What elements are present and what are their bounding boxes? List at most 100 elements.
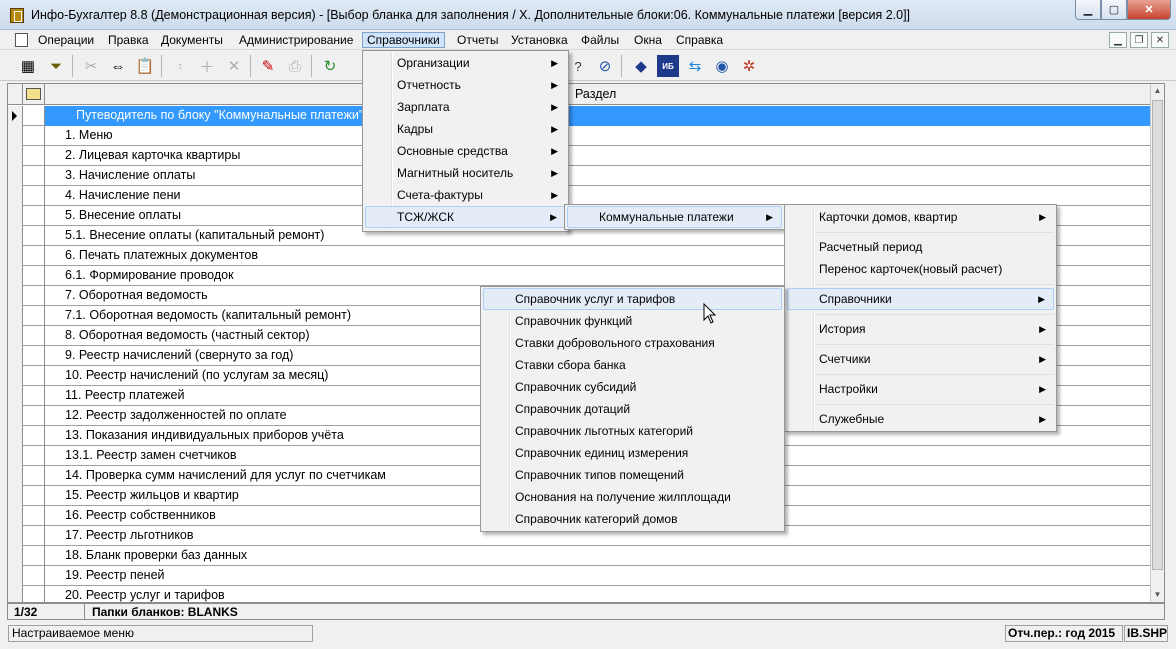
menu-administration[interactable]: Администрирование bbox=[235, 32, 357, 48]
add-icon[interactable]: ＋ bbox=[196, 55, 218, 77]
menu-files[interactable]: Файлы bbox=[577, 32, 623, 48]
mdi-minimize-button[interactable]: ▁ bbox=[1109, 32, 1127, 48]
row-folder-cell bbox=[23, 586, 45, 602]
document-icon[interactable] bbox=[15, 33, 28, 47]
references-submenu-item[interactable]: Ставки добровольного страхования bbox=[483, 332, 782, 354]
menu-operations[interactable]: Операции bbox=[34, 32, 98, 48]
grid-icon[interactable]: ▦ bbox=[17, 55, 39, 77]
references-submenu-item[interactable]: Ставки сбора банка bbox=[483, 354, 782, 376]
references-submenu-item[interactable]: Справочник функций bbox=[483, 310, 782, 332]
utility-submenu-item[interactable]: Карточки домов, квартир ▶ bbox=[787, 206, 1054, 228]
filter-icon[interactable]: ⏷ bbox=[45, 55, 67, 77]
maximize-button[interactable]: ▢ bbox=[1101, 0, 1127, 20]
app-icon[interactable] bbox=[10, 8, 24, 23]
mdi-close-button[interactable]: ✕ bbox=[1151, 32, 1169, 48]
directories-menu-item[interactable]: Основные средства ▶ bbox=[365, 140, 566, 162]
paste-icon[interactable]: 📋 bbox=[134, 55, 156, 77]
directories-menu-item[interactable]: Зарплата ▶ bbox=[365, 96, 566, 118]
table-row[interactable]: 4. Начисление пени bbox=[8, 186, 1152, 206]
ib10-icon[interactable]: ИБ bbox=[657, 55, 679, 77]
window-controls: ▁ ▢ ✕ bbox=[1075, 0, 1171, 20]
references-submenu-item[interactable]: Справочник субсидий bbox=[483, 376, 782, 398]
menu-item-label: Справочник типов помещений bbox=[515, 468, 684, 482]
utility-submenu-item[interactable]: Служебные ▶ bbox=[787, 408, 1054, 430]
directories-menu-item[interactable]: Отчетность ▶ bbox=[365, 74, 566, 96]
refresh-icon[interactable]: ↻ bbox=[319, 55, 341, 77]
submenu-arrow-icon: ▶ bbox=[766, 212, 773, 222]
column-header-section[interactable]: Раздел bbox=[575, 87, 616, 101]
directories-menu-item[interactable]: Организации ▶ bbox=[365, 52, 566, 74]
menu-documents[interactable]: Документы bbox=[157, 32, 227, 48]
row-indicator-cell bbox=[8, 446, 23, 466]
menu-separator bbox=[815, 404, 1054, 405]
move-icon[interactable]: ⇔ bbox=[107, 55, 129, 77]
table-row[interactable]: 1. Меню bbox=[8, 126, 1152, 146]
compass-icon[interactable]: ⊘ bbox=[594, 55, 616, 77]
menu-setup[interactable]: Установка bbox=[507, 32, 572, 48]
menu-reports[interactable]: Отчеты bbox=[453, 32, 502, 48]
folder-up-icon[interactable] bbox=[26, 88, 41, 100]
print-icon[interactable]: ⎙ bbox=[284, 55, 306, 77]
references-submenu-item[interactable]: Основания на получение жилплощади bbox=[483, 486, 782, 508]
app-shortcut-icon[interactable]: ◆ bbox=[630, 55, 652, 77]
menu-item-label: ТСЖ/ЖСК bbox=[397, 210, 455, 224]
references-submenu-item[interactable]: Справочник категорий домов bbox=[483, 508, 782, 530]
teamviewer-icon[interactable]: ⇆ bbox=[684, 55, 706, 77]
menu-help[interactable]: Справка bbox=[672, 32, 727, 48]
table-row[interactable]: Путеводитель по блоку "Коммунальные плат… bbox=[8, 106, 1152, 126]
scroll-up-icon[interactable]: ▲ bbox=[1151, 84, 1164, 98]
references-submenu-item[interactable]: Справочник единиц измерения bbox=[483, 442, 782, 464]
menu-item-label: Справочник субсидий bbox=[515, 380, 637, 394]
row-folder-cell bbox=[23, 206, 45, 226]
network-icon[interactable]: ✲ bbox=[738, 55, 760, 77]
delete-icon[interactable]: ✕ bbox=[223, 55, 245, 77]
utility-submenu-item[interactable]: Перенос карточек(новый расчет) bbox=[787, 258, 1054, 280]
help-icon[interactable]: ? bbox=[567, 55, 589, 77]
row-indicator-cell bbox=[8, 426, 23, 446]
row-indicator-cell bbox=[8, 146, 23, 166]
close-button[interactable]: ✕ bbox=[1127, 0, 1171, 20]
row-indicator-cell bbox=[8, 406, 23, 426]
scroll-down-icon[interactable]: ▼ bbox=[1151, 588, 1164, 602]
scroll-thumb[interactable] bbox=[1152, 100, 1163, 570]
directories-menu-item[interactable]: Кадры ▶ bbox=[365, 118, 566, 140]
menu-edit[interactable]: Правка bbox=[104, 32, 153, 48]
web-icon[interactable]: ◉ bbox=[711, 55, 733, 77]
directories-menu-item[interactable]: Магнитный носитель ▶ bbox=[365, 162, 566, 184]
menu-item-label: Магнитный носитель bbox=[397, 166, 514, 180]
cut-icon[interactable]: ✂ bbox=[80, 55, 102, 77]
row-label: 19. Реестр пеней bbox=[65, 568, 165, 582]
utility-submenu-item[interactable]: Справочники ▶ bbox=[787, 288, 1054, 310]
table-row[interactable]: 20. Реестр услуг и тарифов bbox=[8, 586, 1152, 602]
menu-item-label: Расчетный период bbox=[819, 240, 923, 254]
minimize-button[interactable]: ▁ bbox=[1075, 0, 1101, 20]
menu-directories[interactable]: Справочники bbox=[362, 32, 445, 48]
directories-menu-item[interactable]: Счета-фактуры ▶ bbox=[365, 184, 566, 206]
info-separator bbox=[84, 604, 85, 619]
table-row[interactable]: 3. Начисление оплаты bbox=[8, 166, 1152, 186]
references-submenu-item[interactable]: Справочник дотаций bbox=[483, 398, 782, 420]
menu-windows[interactable]: Окна bbox=[630, 32, 666, 48]
sort-icon[interactable]: ↕ bbox=[169, 55, 191, 77]
directories-menu-item[interactable]: ТСЖ/ЖСК ▶ bbox=[365, 206, 566, 228]
hoa-submenu-item[interactable]: Коммунальные платежи ▶ bbox=[567, 206, 782, 228]
utility-submenu-item[interactable]: Настройки ▶ bbox=[787, 378, 1054, 400]
references-submenu-item[interactable]: Справочник льготных категорий bbox=[483, 420, 782, 442]
status-period: Отч.пер.: год 2015 bbox=[1005, 625, 1123, 642]
utility-submenu-item[interactable]: Расчетный период bbox=[787, 236, 1054, 258]
submenu-arrow-icon: ▶ bbox=[551, 102, 558, 112]
utility-submenu-item[interactable]: Счетчики ▶ bbox=[787, 348, 1054, 370]
references-submenu-item[interactable]: Справочник типов помещений bbox=[483, 464, 782, 486]
mdi-restore-button[interactable]: ❐ bbox=[1130, 32, 1148, 48]
row-folder-cell bbox=[23, 366, 45, 386]
references-submenu-item[interactable]: Справочник услуг и тарифов bbox=[483, 288, 782, 310]
row-folder-cell bbox=[23, 566, 45, 586]
toolbar-separator bbox=[161, 55, 162, 77]
table-row[interactable]: 19. Реестр пеней bbox=[8, 566, 1152, 586]
vertical-scrollbar[interactable]: ▲ ▼ bbox=[1150, 84, 1164, 602]
menu-item-label: Настройки bbox=[819, 382, 878, 396]
utility-submenu-item[interactable]: История ▶ bbox=[787, 318, 1054, 340]
table-row[interactable]: 2. Лицевая карточка квартиры bbox=[8, 146, 1152, 166]
table-row[interactable]: 18. Бланк проверки баз данных bbox=[8, 546, 1152, 566]
edit-icon[interactable]: ✎ bbox=[257, 55, 279, 77]
